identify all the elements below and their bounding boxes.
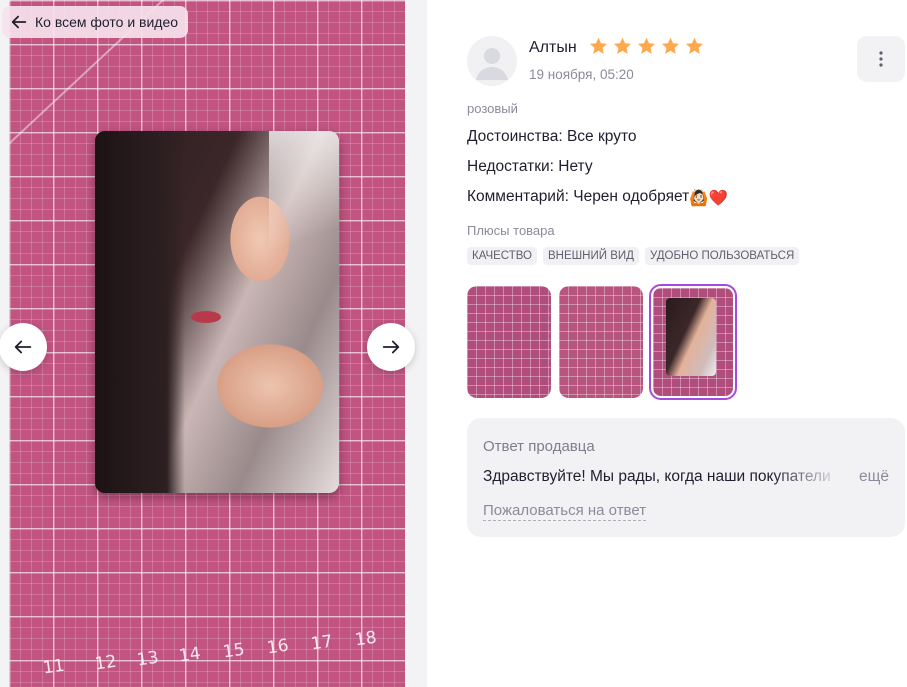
ruler-number: 16 — [265, 635, 290, 659]
star-icon — [685, 37, 704, 54]
photo-viewer: 11 12 13 14 15 16 17 18 Ко всем фото и в… — [0, 0, 427, 687]
review-author: Алтын — [529, 39, 577, 56]
arrow-right-icon — [382, 340, 400, 354]
photocard-gloss — [269, 131, 339, 281]
ruler-number: 13 — [135, 647, 160, 671]
review-cons: Недостатки: Нету — [467, 158, 593, 175]
ruler-number: 14 — [177, 643, 202, 667]
tag-appearance: ВНЕШНИЙ ВИД — [543, 247, 639, 265]
seller-answer-text: Здравствуйте! Мы рады, когда наши покупа… — [483, 468, 831, 485]
back-to-all-media-button[interactable]: Ко всем фото и видео — [2, 6, 189, 38]
photo-thumbnail[interactable] — [559, 286, 643, 398]
star-icon — [661, 37, 680, 54]
review-comment-text: Комментарий: Черен одобряет — [467, 188, 690, 205]
more-vertical-icon — [879, 51, 883, 67]
seller-answer-title: Ответ продавца — [483, 438, 595, 455]
photocard — [95, 131, 339, 493]
star-icon — [589, 37, 608, 54]
ruler-number: 11 — [41, 655, 66, 679]
comment-emoji: 🙆🏻❤️ — [689, 190, 728, 207]
review-photo: 11 12 13 14 15 16 17 18 — [9, 0, 405, 687]
show-more-link[interactable]: ещё — [859, 468, 889, 486]
tag-quality: КАЧЕСТВО — [467, 247, 537, 265]
photo-thumbnail[interactable] — [467, 286, 551, 398]
more-options-button[interactable] — [857, 36, 905, 82]
star-icon — [637, 37, 656, 54]
photocard-hair — [95, 131, 185, 493]
ruler-number: 15 — [221, 639, 246, 663]
pros-title: Плюсы товара — [467, 223, 555, 238]
complain-about-answer-link[interactable]: Пожаловаться на ответ — [483, 502, 647, 521]
arrow-left-icon — [11, 15, 27, 29]
back-label: Ко всем фото и видео — [35, 14, 179, 30]
tag-convenient: УДОБНО ПОЛЬЗОВАТЬСЯ — [644, 247, 800, 265]
avatar — [467, 36, 517, 86]
ruler-number: 17 — [309, 631, 334, 655]
photo-thumbnail-selected[interactable] — [649, 284, 737, 400]
ruler-numbers: 11 12 13 14 15 16 17 18 — [9, 628, 405, 683]
pros-tags: КАЧЕСТВО ВНЕШНИЙ ВИД УДОБНО ПОЛЬЗОВАТЬСЯ — [467, 247, 800, 265]
seller-answer: Ответ продавца Здравствуйте! Мы рады, ко… — [467, 418, 905, 537]
review-date: 19 ноября, 05:20 — [529, 67, 634, 82]
rating-stars — [588, 36, 705, 57]
arrow-left-icon — [14, 340, 32, 354]
review-pros: Достоинства: Все круто — [467, 128, 637, 145]
star-icon — [613, 37, 632, 54]
review-comment: Комментарий: Черен одобряет🙆🏻❤️ — [467, 188, 728, 208]
thumbnail-photocard — [666, 298, 716, 376]
ruler-number: 12 — [93, 651, 118, 675]
previous-photo-button[interactable] — [0, 323, 47, 371]
product-variant: розовый — [467, 101, 518, 116]
photo-thumbnails — [467, 284, 737, 400]
photocard-lips — [191, 311, 221, 323]
next-photo-button[interactable] — [367, 323, 415, 371]
ruler-number: 18 — [353, 627, 378, 651]
avatar-placeholder-icon — [476, 48, 508, 80]
